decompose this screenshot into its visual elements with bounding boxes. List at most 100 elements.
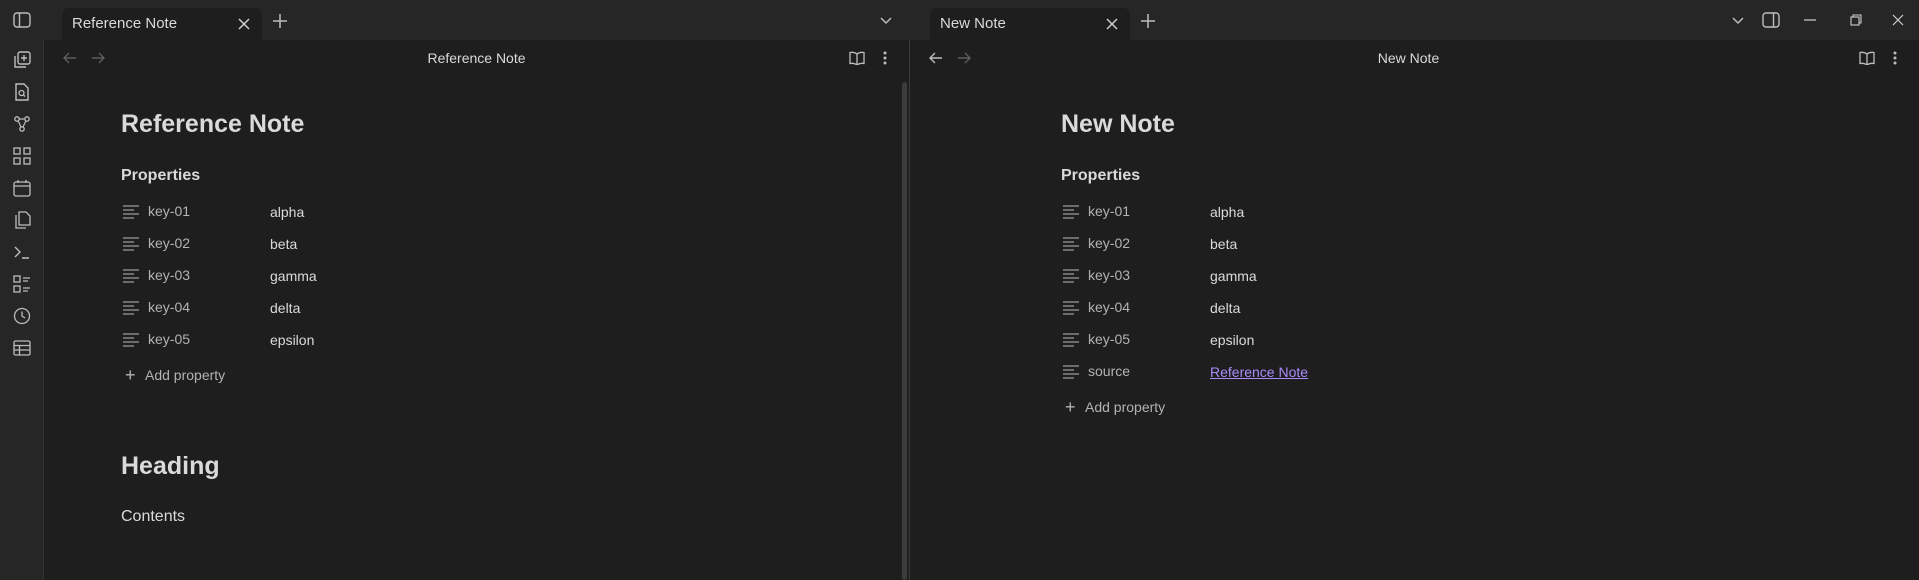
new-tab-button[interactable] <box>266 7 294 35</box>
minimize-button[interactable] <box>1796 6 1824 34</box>
files-icon <box>15 211 31 229</box>
table-button[interactable] <box>8 334 36 362</box>
reading-view-button[interactable] <box>1853 44 1881 72</box>
close-window-button[interactable] <box>1884 6 1912 34</box>
chevron-down-icon <box>880 17 892 25</box>
property-key[interactable]: key-03 <box>1088 267 1130 283</box>
minimize-icon <box>1804 19 1816 21</box>
tab-list-button[interactable] <box>872 7 900 35</box>
property-row[interactable]: key-03 gamma <box>1062 261 1462 293</box>
restore-icon <box>1850 14 1862 26</box>
book-open-icon <box>1859 51 1875 65</box>
restore-button[interactable] <box>1842 6 1870 34</box>
close-icon <box>1106 18 1118 30</box>
history-button[interactable] <box>8 302 36 330</box>
property-key[interactable]: key-05 <box>148 331 190 347</box>
property-row[interactable]: key-01 alpha <box>122 197 522 229</box>
text-property-icon <box>1063 237 1079 251</box>
plus-icon <box>273 14 287 28</box>
add-property-label: Add property <box>1085 399 1166 415</box>
add-property-button[interactable]: + Add property <box>1065 397 1166 417</box>
add-property-button[interactable]: + Add property <box>125 366 225 384</box>
open-file-icon <box>15 83 29 101</box>
more-options-button[interactable] <box>1881 44 1909 72</box>
property-key[interactable]: key-04 <box>1088 299 1130 315</box>
scrollbar[interactable] <box>902 82 907 580</box>
property-key[interactable]: key-05 <box>1088 331 1130 347</box>
property-key[interactable]: key-03 <box>148 267 190 283</box>
canvas-button[interactable] <box>8 142 36 170</box>
right-pane: New Note New Note Properties key-01 alph… <box>910 40 1919 580</box>
property-key[interactable]: key-01 <box>1088 203 1130 219</box>
close-tab-button[interactable] <box>1102 14 1122 34</box>
chevron-down-icon <box>1732 17 1744 25</box>
property-row[interactable]: source Reference Note <box>1062 357 1462 389</box>
text-property-icon <box>123 237 139 251</box>
property-value[interactable]: delta <box>270 300 300 316</box>
calendar-icon <box>13 180 31 197</box>
close-icon <box>1892 14 1904 26</box>
daily-note-button[interactable] <box>8 174 36 202</box>
text-property-icon <box>123 301 139 315</box>
history-icon <box>13 307 31 325</box>
property-value[interactable]: gamma <box>270 268 317 284</box>
sidebar-toggle-button[interactable] <box>8 6 36 34</box>
property-row[interactable]: key-02 beta <box>1062 229 1462 261</box>
text-property-icon <box>1063 269 1079 283</box>
graph-view-button[interactable] <box>8 110 36 138</box>
property-value[interactable]: gamma <box>1210 268 1257 284</box>
pane-header: New Note <box>910 40 1919 76</box>
property-value[interactable]: epsilon <box>1210 332 1254 348</box>
new-note-button[interactable] <box>8 46 36 74</box>
property-value[interactable]: beta <box>270 236 297 252</box>
tab-new-note[interactable]: New Note <box>930 8 1130 40</box>
property-key[interactable]: key-04 <box>148 299 190 315</box>
text-property-icon <box>123 333 139 347</box>
property-row[interactable]: key-02 beta <box>122 229 522 261</box>
note-title[interactable]: Reference Note <box>121 110 304 139</box>
property-key[interactable]: key-01 <box>148 203 190 219</box>
open-file-button[interactable] <box>8 78 36 106</box>
heading: Heading <box>121 452 220 480</box>
plus-icon: + <box>1065 397 1076 417</box>
pane-title[interactable]: Reference Note <box>44 50 909 66</box>
property-key[interactable]: source <box>1088 363 1130 379</box>
property-row[interactable]: key-03 gamma <box>122 261 522 293</box>
book-open-icon <box>849 51 865 65</box>
tab-reference-note[interactable]: Reference Note <box>62 8 262 40</box>
property-key[interactable]: key-02 <box>148 235 190 251</box>
more-vertical-icon <box>1893 51 1897 65</box>
right-sidebar-toggle-button[interactable] <box>1757 6 1785 34</box>
sidebar-toggle-icon <box>13 12 31 28</box>
note-title[interactable]: New Note <box>1061 110 1175 139</box>
property-row[interactable]: key-01 alpha <box>1062 197 1462 229</box>
property-value[interactable]: alpha <box>270 204 304 220</box>
close-tab-button[interactable] <box>234 14 254 34</box>
properties-heading: Properties <box>1061 167 1141 184</box>
text-property-icon <box>123 269 139 283</box>
templates-button[interactable] <box>8 270 36 298</box>
canvas-icon <box>13 147 31 165</box>
more-options-button[interactable] <box>871 44 899 72</box>
pane-title[interactable]: New Note <box>904 50 1913 66</box>
property-row[interactable]: key-05 epsilon <box>1062 325 1462 357</box>
reading-view-button[interactable] <box>843 44 871 72</box>
text-property-icon <box>1063 365 1079 379</box>
property-row[interactable]: key-04 delta <box>1062 293 1462 325</box>
property-key[interactable]: key-02 <box>1088 235 1130 251</box>
text-property-icon <box>123 205 139 219</box>
plus-icon <box>1141 14 1155 28</box>
tab-list-button[interactable] <box>1724 7 1752 35</box>
property-value[interactable]: beta <box>1210 236 1237 252</box>
property-value[interactable]: alpha <box>1210 204 1244 220</box>
property-row[interactable]: key-04 delta <box>122 293 522 325</box>
property-value[interactable]: delta <box>1210 300 1240 316</box>
property-value[interactable]: epsilon <box>270 332 314 348</box>
text-property-icon <box>1063 301 1079 315</box>
files-button[interactable] <box>8 206 36 234</box>
new-tab-button[interactable] <box>1134 7 1162 35</box>
internal-link[interactable]: Reference Note <box>1210 364 1308 380</box>
terminal-button[interactable] <box>8 238 36 266</box>
tab-label: New Note <box>940 15 1006 32</box>
property-row[interactable]: key-05 epsilon <box>122 325 522 357</box>
